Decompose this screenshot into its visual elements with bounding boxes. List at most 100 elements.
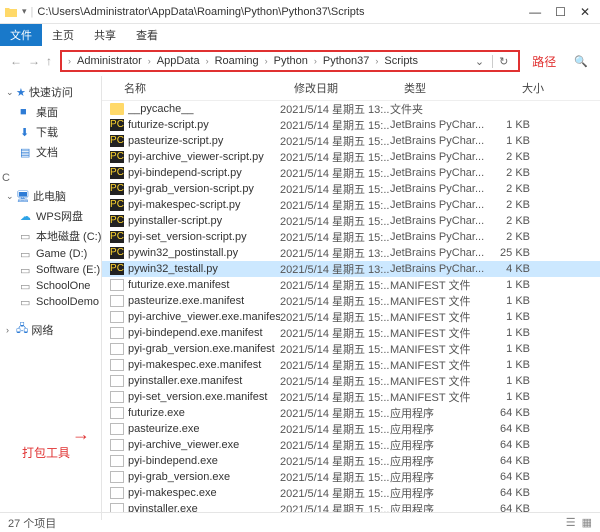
- col-type[interactable]: 类型: [404, 80, 504, 96]
- file-type: MANIFEST 文件: [390, 341, 490, 357]
- file-tab[interactable]: 文件: [0, 24, 42, 46]
- sidebar-item-disk-e[interactable]: ▭Software (E:): [0, 262, 101, 278]
- file-row[interactable]: __pycache__2021/5/14 星期五 13:...文件夹: [102, 101, 600, 117]
- file-row[interactable]: pasteurize.exe.manifest2021/5/14 星期五 15:…: [102, 293, 600, 309]
- file-row[interactable]: PCpyi-bindepend-script.py2021/5/14 星期五 1…: [102, 165, 600, 181]
- breadcrumb-seg[interactable]: Administrator: [75, 55, 144, 67]
- file-row[interactable]: PCpyi-makespec-script.py2021/5/14 星期五 15…: [102, 197, 600, 213]
- folder-icon: [4, 5, 18, 19]
- down-icon[interactable]: ▾: [22, 6, 31, 17]
- file-name: pasteurize-script.py: [128, 135, 280, 147]
- file-row[interactable]: pyi-grab_version.exe.manifest2021/5/14 星…: [102, 341, 600, 357]
- sidebar-network[interactable]: ›🖧 网络: [0, 318, 101, 341]
- file-date: 2021/5/14 星期五 15:...: [280, 117, 390, 133]
- file-row[interactable]: pyinstaller.exe.manifest2021/5/14 星期五 15…: [102, 373, 600, 389]
- breadcrumb-seg[interactable]: Scripts: [382, 55, 420, 67]
- column-headers[interactable]: 名称 修改日期 类型 大小: [102, 76, 600, 101]
- file-name: pyi-grab_version-script.py: [128, 183, 280, 195]
- file-row[interactable]: pyi-set_version.exe.manifest2021/5/14 星期…: [102, 389, 600, 405]
- file-type: JetBrains PyChar...: [390, 135, 490, 147]
- chevron-right-icon: ›: [146, 56, 153, 66]
- file-row[interactable]: PCpasteurize-script.py2021/5/14 星期五 15:.…: [102, 133, 600, 149]
- sidebar-item-disk-d[interactable]: ▭Game (D:): [0, 246, 101, 262]
- sidebar-item-schoolone[interactable]: ▭SchoolOne: [0, 278, 101, 294]
- disk-icon: ▭: [20, 248, 32, 260]
- col-date[interactable]: 修改日期: [294, 80, 404, 96]
- sidebar-letter: C: [0, 170, 101, 186]
- file-type: MANIFEST 文件: [390, 389, 490, 405]
- chevron-down-icon[interactable]: ⌄: [469, 55, 490, 68]
- minimize-button[interactable]: —: [529, 5, 541, 19]
- chevron-right-icon: ›: [66, 56, 73, 66]
- file-row[interactable]: PCpyi-archive_viewer-script.py2021/5/14 …: [102, 149, 600, 165]
- file-name: futurize.exe.manifest: [128, 279, 280, 291]
- file-size: 1 KB: [490, 135, 530, 147]
- view-tab[interactable]: 查看: [126, 24, 168, 46]
- view-tiles-icon[interactable]: ▦: [582, 516, 592, 529]
- network-icon: 🖧: [16, 320, 28, 339]
- file-size: 1 KB: [490, 279, 530, 291]
- up-button[interactable]: ↑: [46, 54, 52, 68]
- file-row[interactable]: futurize.exe.manifest2021/5/14 星期五 15:..…: [102, 277, 600, 293]
- file-size: 25 KB: [490, 247, 530, 259]
- ribbon-tabs: 文件 主页 共享 查看: [0, 24, 600, 46]
- sidebar-item-schooldemo[interactable]: ▭SchoolDemo (L:): [0, 294, 101, 310]
- file-size: 2 KB: [490, 183, 530, 195]
- file-type: JetBrains PyChar...: [390, 231, 490, 243]
- pc-icon: 🖥: [16, 190, 30, 203]
- breadcrumb-seg[interactable]: AppData: [155, 55, 202, 67]
- file-date: 2021/5/14 星期五 15:...: [280, 357, 390, 373]
- sidebar-quick-access[interactable]: ⌄★ 快速访问: [0, 82, 101, 102]
- file-list[interactable]: __pycache__2021/5/14 星期五 13:...文件夹PCfutu…: [102, 101, 600, 513]
- file-row[interactable]: PCpywin32_testall.py2021/5/14 星期五 13:...…: [102, 261, 600, 277]
- file-row[interactable]: pyi-bindepend.exe2021/5/14 星期五 15:...应用程…: [102, 453, 600, 469]
- view-details-icon[interactable]: ☰: [566, 516, 576, 529]
- file-row[interactable]: PCpyinstaller-script.py2021/5/14 星期五 15:…: [102, 213, 600, 229]
- forward-button[interactable]: →: [28, 54, 40, 68]
- maximize-button[interactable]: ☐: [555, 5, 566, 19]
- file-row[interactable]: PCpyi-grab_version-script.py2021/5/14 星期…: [102, 181, 600, 197]
- address-bar[interactable]: › Administrator › AppData › Roaming › Py…: [60, 50, 520, 72]
- file-date: 2021/5/14 星期五 13:...: [280, 101, 390, 117]
- file-date: 2021/5/14 星期五 15:...: [280, 437, 390, 453]
- file-size: 1 KB: [490, 343, 530, 355]
- file-row[interactable]: pyi-makespec.exe2021/5/14 星期五 15:...应用程序…: [102, 485, 600, 501]
- sidebar-item-wps[interactable]: ☁WPS网盘: [0, 206, 101, 226]
- sidebar-item-documents[interactable]: ▤文档: [0, 142, 101, 162]
- file-type: 应用程序: [390, 437, 490, 453]
- sidebar-item-desktop[interactable]: ■桌面: [0, 102, 101, 122]
- file-row[interactable]: pyi-grab_version.exe2021/5/14 星期五 15:...…: [102, 469, 600, 485]
- disk-icon: ▭: [20, 264, 32, 276]
- breadcrumb-seg[interactable]: Python37: [321, 55, 371, 67]
- file-type: JetBrains PyChar...: [390, 199, 490, 211]
- file-type: JetBrains PyChar...: [390, 151, 490, 163]
- file-date: 2021/5/14 星期五 15:...: [280, 181, 390, 197]
- home-tab[interactable]: 主页: [42, 24, 84, 46]
- sidebar-this-pc[interactable]: ⌄🖥 此电脑: [0, 186, 101, 206]
- breadcrumb-seg[interactable]: Roaming: [213, 55, 261, 67]
- col-size[interactable]: 大小: [504, 80, 544, 96]
- share-tab[interactable]: 共享: [84, 24, 126, 46]
- file-row[interactable]: PCpywin32_postinstall.py2021/5/14 星期五 13…: [102, 245, 600, 261]
- refresh-icon[interactable]: ↻: [492, 55, 514, 68]
- file-row[interactable]: pyi-archive_viewer.exe2021/5/14 星期五 15:.…: [102, 437, 600, 453]
- file-row[interactable]: pyi-archive_viewer.exe.manifest2021/5/14…: [102, 309, 600, 325]
- close-button[interactable]: ✕: [580, 5, 590, 19]
- file-row[interactable]: pyi-makespec.exe.manifest2021/5/14 星期五 1…: [102, 357, 600, 373]
- file-date: 2021/5/14 星期五 15:...: [280, 389, 390, 405]
- file-row[interactable]: pyi-bindepend.exe.manifest2021/5/14 星期五 …: [102, 325, 600, 341]
- file-name: pyinstaller-script.py: [128, 215, 280, 227]
- col-name[interactable]: 名称: [124, 80, 294, 96]
- file-size: 2 KB: [490, 151, 530, 163]
- file-row[interactable]: PCfuturize-script.py2021/5/14 星期五 15:...…: [102, 117, 600, 133]
- sidebar-item-disk-c[interactable]: ▭本地磁盘 (C:): [0, 226, 101, 246]
- back-button[interactable]: ←: [10, 54, 22, 68]
- breadcrumb-seg[interactable]: Python: [272, 55, 310, 67]
- file-row[interactable]: pasteurize.exe2021/5/14 星期五 15:...应用程序64…: [102, 421, 600, 437]
- file-row[interactable]: futurize.exe2021/5/14 星期五 15:...应用程序64 K…: [102, 405, 600, 421]
- file-type: JetBrains PyChar...: [390, 119, 490, 131]
- file-name: futurize.exe: [128, 407, 280, 419]
- search-icon[interactable]: 🔍: [568, 55, 594, 68]
- file-row[interactable]: PCpyi-set_version-script.py2021/5/14 星期五…: [102, 229, 600, 245]
- sidebar-item-downloads[interactable]: ⬇下载: [0, 122, 101, 142]
